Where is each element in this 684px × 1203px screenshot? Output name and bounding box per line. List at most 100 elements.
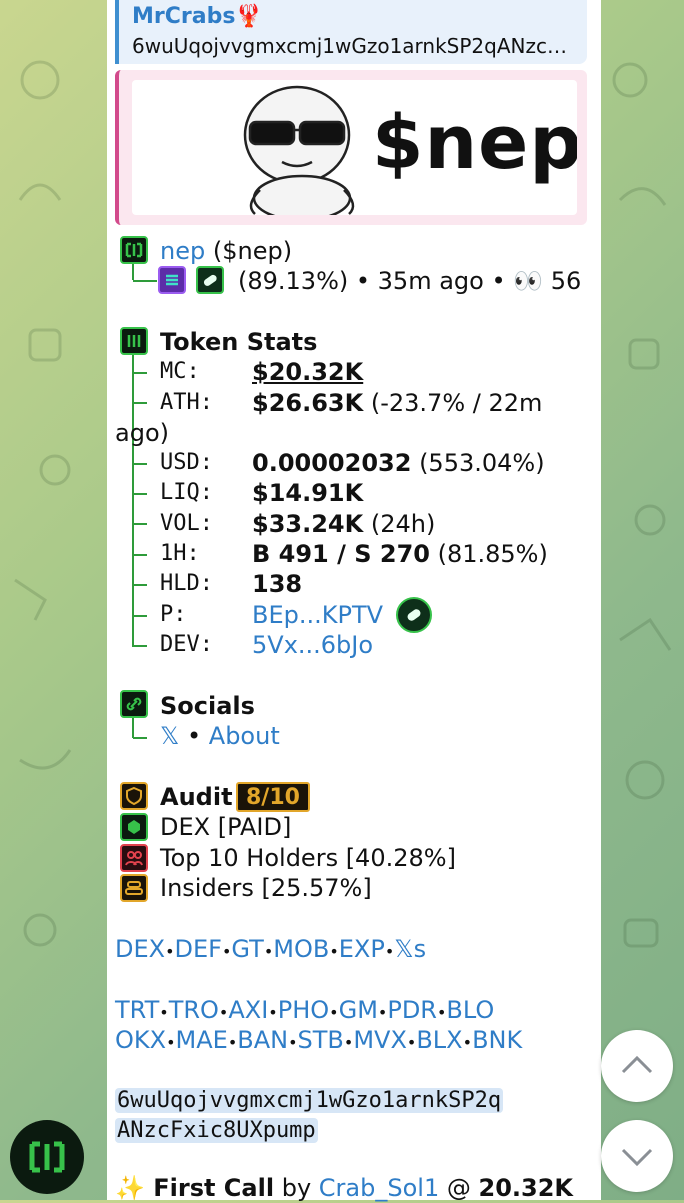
chevron-up-icon bbox=[621, 1055, 653, 1074]
people-icon bbox=[120, 844, 148, 872]
h1-extra: (81.85%) bbox=[437, 540, 548, 568]
ath-row: $26.63K (-23.7% / 22m bbox=[252, 388, 542, 418]
reply-text: 6wuUqojvvgmxcmj1wGzo1arnkSP2qANzcFxic8UX… bbox=[132, 34, 577, 58]
links-row-2: TRT•TRO•AXI•PHO•GM•PDR•BLO bbox=[115, 995, 494, 1028]
h1-label: 1H: bbox=[160, 541, 200, 566]
audit-dex: DEX [PAID] bbox=[160, 813, 292, 841]
dot-separator: • bbox=[166, 1033, 176, 1052]
tree-branch bbox=[133, 493, 147, 495]
socials-heading: Socials bbox=[160, 692, 255, 720]
row1-link-3[interactable]: MOB bbox=[273, 935, 329, 963]
first-call-at: @ bbox=[446, 1174, 471, 1202]
row2-link-6[interactable]: BLO bbox=[446, 996, 494, 1024]
liq-value: $14.91K bbox=[252, 479, 364, 507]
pill-icon[interactable] bbox=[396, 597, 432, 633]
audit-score-badge: 8/10 bbox=[236, 782, 310, 812]
links-row-1: DEX•DEF•GT•MOB•EXP•𝕏s bbox=[115, 934, 426, 967]
row2-link-2[interactable]: AXI bbox=[228, 996, 268, 1024]
tree-line bbox=[132, 264, 134, 280]
preview-ticker-art: $nep bbox=[372, 100, 577, 186]
dot-separator: • bbox=[436, 1003, 447, 1022]
row3-link-6[interactable]: BNK bbox=[472, 1026, 522, 1054]
bot-avatar[interactable] bbox=[10, 1120, 84, 1194]
tree-line bbox=[132, 718, 134, 738]
row1-link-4[interactable]: EXP bbox=[339, 935, 385, 963]
tree-branch bbox=[133, 372, 147, 374]
socials-links: 𝕏 • About bbox=[160, 721, 280, 751]
pair-link[interactable]: BEp...KPTV bbox=[252, 600, 383, 630]
ath-wrap: ago) bbox=[115, 419, 169, 447]
audit-insiders: Insiders [25.57%] bbox=[160, 874, 372, 902]
first-call-label: ✨ First Call bbox=[115, 1174, 275, 1202]
row2-link-1[interactable]: TRO bbox=[169, 996, 219, 1024]
row3-link-0[interactable]: OKX bbox=[115, 1026, 166, 1054]
row1-link-5[interactable]: 𝕏s bbox=[394, 935, 426, 963]
separator: • bbox=[186, 722, 202, 750]
p-label: P: bbox=[160, 602, 187, 627]
bot-logo-icon bbox=[29, 1141, 65, 1173]
ath-extra: (-23.7% / 22m bbox=[370, 389, 543, 417]
token-stats-line: (89.13%) • 35m ago • 👀 56 bbox=[238, 267, 582, 295]
usd-row: 0.00002032 (553.04%) bbox=[252, 448, 545, 478]
link-preview[interactable]: $nep bbox=[115, 70, 587, 225]
tree-branch bbox=[133, 615, 147, 617]
dot-separator: • bbox=[263, 942, 274, 961]
hld-value: 138 bbox=[252, 570, 303, 598]
vol-label: VOL: bbox=[160, 511, 213, 536]
preview-image[interactable]: $nep bbox=[132, 80, 577, 215]
row3-link-3[interactable]: STB bbox=[298, 1026, 344, 1054]
first-call-line: ✨ First Call by Crab_Sol1 @ 20.32K bbox=[115, 1173, 573, 1203]
token-logo-icon bbox=[120, 236, 148, 264]
row3-link-2[interactable]: BAN bbox=[237, 1026, 288, 1054]
row2-link-5[interactable]: PDR bbox=[387, 996, 437, 1024]
token-name-link[interactable]: nep bbox=[160, 237, 205, 265]
ca-line-2[interactable]: ANzcFxic8UXpump bbox=[115, 1118, 318, 1143]
row3-link-4[interactable]: MVX bbox=[353, 1026, 407, 1054]
chart-bars-icon bbox=[120, 327, 148, 355]
dot-separator: • bbox=[165, 942, 175, 961]
mc-label: MC: bbox=[160, 359, 200, 384]
mc-value[interactable]: $20.32K bbox=[252, 357, 363, 387]
row3-link-5[interactable]: BLX bbox=[416, 1026, 462, 1054]
row1-link-1[interactable]: DEF bbox=[175, 935, 222, 963]
pill-icon[interactable] bbox=[196, 266, 224, 294]
liq-label: LIQ: bbox=[160, 480, 213, 505]
reply-author: MrCrabs🦞 bbox=[132, 4, 263, 29]
ath-value: $26.63K bbox=[252, 389, 364, 417]
about-link[interactable]: About bbox=[209, 722, 280, 750]
contract-address-cont[interactable]: ANzcFxic8UXpump bbox=[115, 1116, 318, 1146]
x-link[interactable]: 𝕏 bbox=[160, 722, 179, 750]
usd-extra: (553.04%) bbox=[419, 449, 545, 477]
dot-separator: • bbox=[462, 1033, 473, 1052]
tree-branch bbox=[133, 463, 147, 465]
first-call-by: by bbox=[281, 1174, 312, 1202]
dot-separator: • bbox=[329, 1003, 339, 1022]
first-call-value: 20.32K bbox=[478, 1174, 574, 1202]
row2-link-3[interactable]: PHO bbox=[278, 996, 329, 1024]
vol-row: $33.24K (24h) bbox=[252, 509, 435, 539]
dot-separator: • bbox=[227, 1033, 238, 1052]
scroll-up-button[interactable] bbox=[601, 1030, 673, 1102]
dot-separator: • bbox=[221, 942, 232, 961]
row2-link-4[interactable]: GM bbox=[339, 996, 378, 1024]
audit-top10: Top 10 Holders [40.28%] bbox=[160, 844, 456, 872]
contract-address[interactable]: 6wuUqojvvgmxcmj1wGzo1arnkSP2q bbox=[115, 1086, 504, 1116]
tree-branch bbox=[133, 402, 147, 404]
dot-separator: • bbox=[288, 1033, 298, 1052]
row1-link-0[interactable]: DEX bbox=[115, 935, 165, 963]
reply-quote[interactable]: MrCrabs🦞 6wuUqojvvgmxcmj1wGzo1arnkSP2qAN… bbox=[115, 0, 587, 64]
ca-line-1[interactable]: 6wuUqojvvgmxcmj1wGzo1arnkSP2q bbox=[115, 1088, 504, 1113]
h1-row: B 491 / S 270 (81.85%) bbox=[252, 539, 548, 569]
row2-link-0[interactable]: TRT bbox=[115, 996, 159, 1024]
scroll-down-button[interactable] bbox=[601, 1120, 673, 1192]
caller-link[interactable]: Crab_Sol1 bbox=[319, 1174, 439, 1202]
insiders-icon bbox=[120, 874, 148, 902]
token-title: nep ($nep) bbox=[160, 236, 292, 266]
dot-separator: • bbox=[343, 1033, 354, 1052]
solana-chain-icon[interactable] bbox=[158, 266, 186, 294]
stats-heading: Token Stats bbox=[160, 328, 318, 356]
dot-separator: • bbox=[406, 1033, 417, 1052]
row1-link-2[interactable]: GT bbox=[231, 935, 263, 963]
dev-link[interactable]: 5Vx...6bJo bbox=[252, 630, 373, 660]
row3-link-1[interactable]: MAE bbox=[176, 1026, 228, 1054]
